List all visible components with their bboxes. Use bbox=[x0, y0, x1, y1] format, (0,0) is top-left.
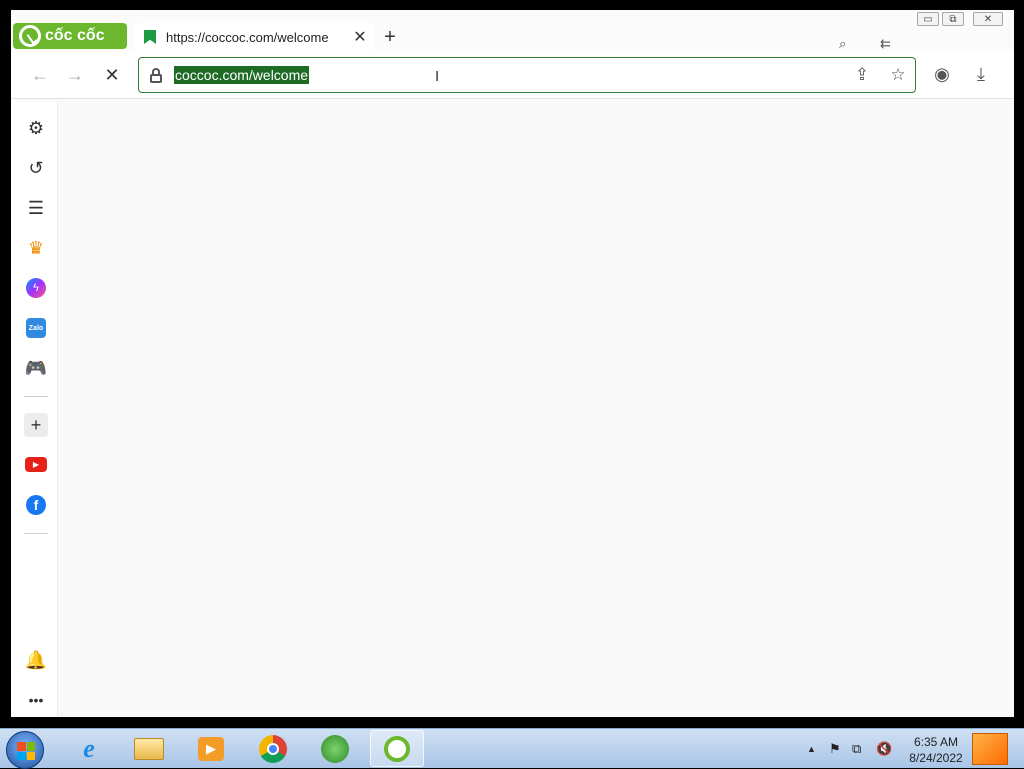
brand-label: cốc cốc bbox=[45, 27, 105, 44]
show-desktop-button[interactable] bbox=[972, 733, 1008, 765]
clock-time: 6:35 AM bbox=[913, 735, 959, 749]
coccoc-taskbar-button[interactable] bbox=[370, 730, 424, 767]
restore-button[interactable]: ⧉ bbox=[942, 12, 964, 26]
more-options-icon[interactable]: ••• bbox=[24, 688, 48, 712]
minimize-button[interactable]: ▭ bbox=[917, 12, 939, 26]
games-icon[interactable]: 🎮 bbox=[24, 356, 48, 380]
windows-update-taskbar-button[interactable] bbox=[308, 730, 362, 767]
folder-icon bbox=[134, 737, 164, 760]
media-player-icon: ▶ bbox=[198, 736, 224, 761]
address-url[interactable]: coccoc.com/welcome bbox=[174, 66, 310, 84]
share-icon[interactable]: ⇪ bbox=[851, 65, 873, 85]
toolbar: ← → ✕ coccoc.com/welcome I ⇪ ☆ ◉ ⤓ bbox=[11, 51, 1014, 99]
back-button[interactable]: ← bbox=[29, 65, 51, 86]
sidebar: ⚙ ↺ ☰ ♛ ϟ Zalo 🎮 + ▶ f 🔔 ••• bbox=[11, 100, 58, 717]
internet-explorer-icon: e bbox=[83, 733, 95, 763]
internet-explorer-taskbar-button[interactable]: e bbox=[62, 730, 116, 767]
profile-icon[interactable]: ◉ bbox=[931, 64, 953, 85]
add-shortcut-button[interactable]: + bbox=[24, 413, 48, 437]
zalo-icon[interactable]: Zalo bbox=[26, 318, 46, 338]
browser-window: cốc cốc https://coccoc.com/welcome ✕ + ▭… bbox=[11, 10, 1014, 717]
tab-active[interactable]: https://coccoc.com/welcome ✕ bbox=[134, 23, 374, 51]
tab-title: https://coccoc.com/welcome bbox=[166, 29, 329, 45]
volume-muted-icon[interactable]: 🔇 bbox=[876, 741, 892, 757]
bookmark-star-icon[interactable]: ☆ bbox=[887, 65, 909, 85]
download-icon[interactable]: ⤓ bbox=[970, 64, 992, 85]
notifications-bell-icon[interactable]: 🔔 bbox=[24, 648, 48, 672]
chrome-icon bbox=[259, 734, 287, 763]
clock-date: 8/24/2022 bbox=[909, 751, 963, 765]
file-explorer-taskbar-button[interactable] bbox=[122, 730, 176, 767]
stop-loading-button[interactable]: ✕ bbox=[101, 65, 123, 86]
history-icon[interactable]: ↺ bbox=[24, 156, 48, 180]
text-cursor-icon: I bbox=[435, 68, 440, 85]
facebook-icon[interactable]: f bbox=[26, 495, 46, 515]
tab-close-button[interactable]: ✕ bbox=[350, 27, 370, 47]
page-content[interactable] bbox=[58, 100, 1014, 717]
network-icon[interactable]: ⧉ bbox=[852, 741, 861, 757]
chrome-taskbar-button[interactable] bbox=[246, 730, 300, 767]
action-center-flag-icon[interactable]: ⚑ bbox=[829, 741, 841, 757]
bookmark-favicon-icon bbox=[144, 30, 156, 44]
sidebar-toggle-icon[interactable]: ⇇ bbox=[880, 36, 891, 52]
sidebar-divider bbox=[24, 533, 48, 534]
show-hidden-icons-button[interactable]: ▲ bbox=[807, 744, 816, 754]
settings-icon[interactable]: ⚙ bbox=[24, 116, 48, 140]
sidebar-divider bbox=[24, 396, 48, 397]
windows-logo-icon bbox=[17, 742, 35, 760]
coccoc-logo-icon bbox=[19, 25, 41, 47]
tab-bar: cốc cốc https://coccoc.com/welcome ✕ + ▭… bbox=[11, 10, 1014, 51]
close-window-button[interactable]: ✕ bbox=[973, 12, 1003, 26]
new-tab-button[interactable]: + bbox=[379, 26, 401, 49]
lock-icon[interactable] bbox=[150, 68, 162, 83]
start-button[interactable] bbox=[6, 731, 44, 769]
youtube-icon[interactable]: ▶ bbox=[25, 457, 47, 472]
screenshot-search-icon[interactable]: ⌕ bbox=[839, 36, 846, 52]
crown-icon[interactable]: ♛ bbox=[24, 236, 48, 260]
messenger-icon[interactable]: ϟ bbox=[26, 278, 46, 298]
coccoc-brand-button[interactable]: cốc cốc bbox=[13, 23, 127, 49]
windows-update-icon bbox=[321, 734, 349, 763]
reading-list-icon[interactable]: ☰ bbox=[24, 196, 48, 220]
taskbar: e ▶ ▲ ⚑ ⧉ 🔇 6:35 AM 8/24/2022 bbox=[0, 728, 1024, 769]
media-player-taskbar-button[interactable]: ▶ bbox=[184, 730, 238, 767]
address-bar[interactable]: coccoc.com/welcome I ⇪ ☆ bbox=[138, 57, 916, 93]
system-clock[interactable]: 6:35 AM 8/24/2022 bbox=[905, 734, 967, 766]
forward-button[interactable]: → bbox=[64, 65, 86, 86]
coccoc-icon bbox=[384, 735, 410, 762]
